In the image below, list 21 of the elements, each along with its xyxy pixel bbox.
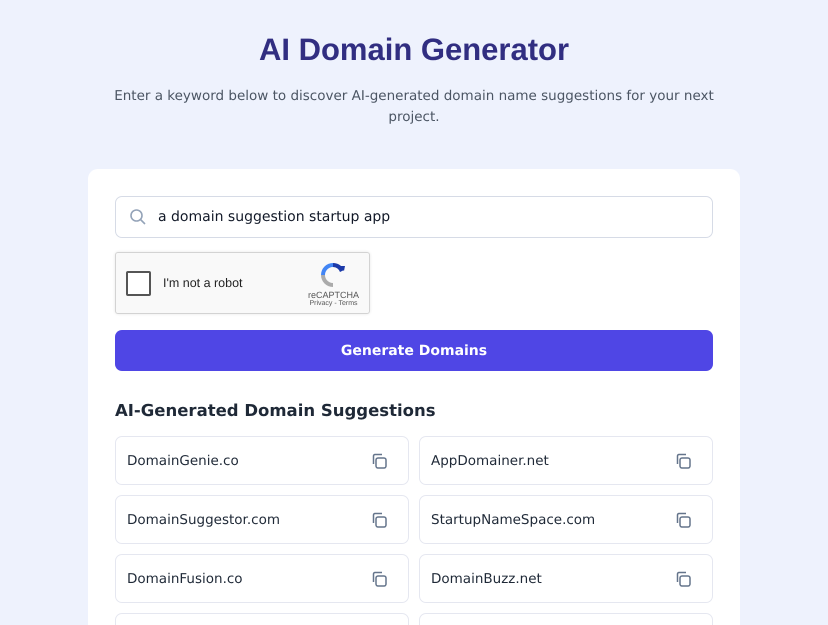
page-title: AI Domain Generator [258,32,570,68]
suggestions-heading: AI-Generated Domain Suggestions [115,401,437,420]
copy-icon[interactable] [370,452,388,470]
generate-domains-button[interactable]: Generate Domains [115,330,713,371]
captcha-checkbox[interactable] [126,270,151,296]
copy-icon[interactable] [674,452,692,470]
domain-name: DomainBuzz.net [431,570,542,586]
captcha-label: I'm not a robot [163,276,244,290]
copy-icon[interactable] [674,570,692,588]
domain-name: StartupNameSpace.com [431,512,596,528]
copy-icon[interactable] [370,570,388,588]
domain-name: DomainGenie.co [127,452,239,468]
domain-name: DomainSuggestor.com [127,512,280,528]
copy-icon[interactable] [370,510,388,528]
search-field[interactable]: a domain suggestion startup app [115,196,713,238]
recaptcha-brand: reCAPTCHA [308,290,359,300]
domain-name: DomainFusion.co [127,570,243,586]
page-subtitle: Enter a keyword below to discover AI-generated domain name suggestions for your next project. [114,87,714,127]
copy-icon[interactable] [674,510,692,528]
search-icon [129,208,147,226]
domain-name: AppDomainer.net [431,452,549,468]
